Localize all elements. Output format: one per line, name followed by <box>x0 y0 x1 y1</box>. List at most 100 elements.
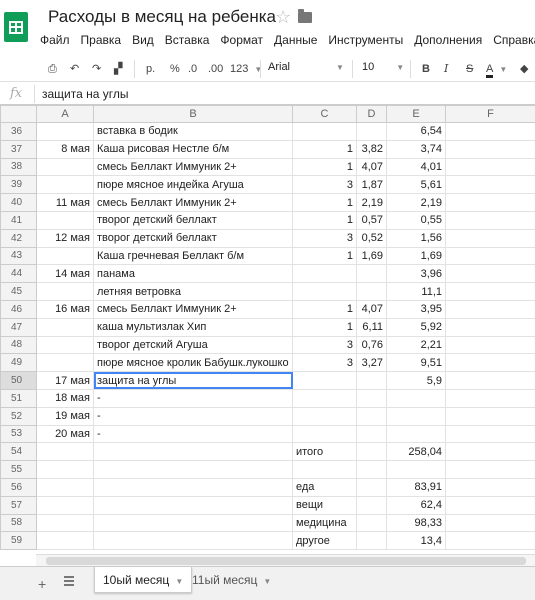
cell-quantity[interactable]: 1 <box>292 299 357 319</box>
cell-total[interactable]: 9,51 <box>386 353 446 373</box>
cell-item[interactable]: Каша гречневая Беллакт б/м <box>93 246 293 266</box>
cell-date[interactable]: 16 мая <box>36 299 94 319</box>
cell-date[interactable]: 12 мая <box>36 228 94 248</box>
cell-total[interactable]: 11,1 <box>386 282 446 301</box>
cell-price[interactable] <box>356 460 387 479</box>
cell-quantity[interactable]: 3 <box>292 228 357 248</box>
cell-date[interactable]: 14 мая <box>36 264 94 284</box>
horizontal-scrollbar[interactable] <box>36 554 535 566</box>
column-header-f[interactable]: F <box>445 105 535 123</box>
cell-total[interactable]: 62,4 <box>386 495 446 515</box>
add-sheet-icon[interactable]: + <box>38 576 46 592</box>
decrease-decimals-button[interactable]: .0 <box>188 61 197 77</box>
folder-icon[interactable] <box>298 9 312 23</box>
row-header[interactable]: 52 <box>0 406 37 426</box>
cell-total[interactable]: 98,33 <box>386 513 446 533</box>
cell-total[interactable]: 6,54 <box>386 122 446 141</box>
sheet-list-icon[interactable] <box>64 576 74 586</box>
cell-quantity[interactable]: вещи <box>292 495 357 515</box>
cell-price[interactable] <box>356 282 387 301</box>
cell-quantity[interactable]: 1 <box>292 157 357 177</box>
column-header-a[interactable]: A <box>36 105 94 123</box>
cell-quantity[interactable]: 3 <box>292 335 357 355</box>
cell-price[interactable] <box>356 371 387 390</box>
cell-item[interactable]: смесь Беллакт Иммуник 2+ <box>93 157 293 177</box>
cell-price[interactable] <box>356 495 387 515</box>
cell-quantity[interactable]: 3 <box>292 175 357 195</box>
row-header[interactable]: 58 <box>0 513 37 533</box>
cell-price[interactable]: 1,87 <box>356 175 387 195</box>
cell-total[interactable]: 3,74 <box>386 139 446 159</box>
cell-price[interactable]: 6,11 <box>356 317 387 337</box>
cell-item[interactable]: каша мультизлак Хип <box>93 317 293 337</box>
column-header-c[interactable]: C <box>292 105 357 123</box>
sheet-tab-11[interactable]: 11ый месяц ▼ <box>184 567 279 593</box>
cell-price[interactable]: 0,52 <box>356 228 387 248</box>
cell-price[interactable] <box>356 122 387 141</box>
menu-file[interactable]: Файл <box>40 33 70 51</box>
cell-item[interactable]: творог детский беллакт <box>93 210 293 230</box>
bold-button[interactable]: B <box>422 61 430 77</box>
print-icon[interactable]: ⎙ <box>48 61 57 77</box>
cell-empty[interactable] <box>445 157 535 177</box>
cell-price[interactable]: 4,07 <box>356 299 387 319</box>
cell-date[interactable]: 18 мая <box>36 388 94 408</box>
cell-total[interactable]: 2,21 <box>386 335 446 355</box>
cell-price[interactable]: 3,82 <box>356 139 387 159</box>
cell-total[interactable]: 0,55 <box>386 210 446 230</box>
undo-icon[interactable]: ↶ <box>70 61 79 77</box>
row-header[interactable]: 51 <box>0 388 37 408</box>
cell-item[interactable]: пюре мясное индейка Агуша <box>93 175 293 195</box>
chevron-down-icon[interactable]: ▼ <box>263 577 271 586</box>
menu-edit[interactable]: Правка <box>81 33 122 51</box>
cell-quantity[interactable]: другое <box>292 531 357 551</box>
menu-data[interactable]: Данные <box>274 33 317 51</box>
cell-total[interactable] <box>386 388 446 408</box>
cell-date[interactable] <box>36 122 94 141</box>
increase-decimals-button[interactable]: .00 <box>208 61 223 77</box>
row-header[interactable]: 41 <box>0 210 37 230</box>
currency-format-button[interactable]: р. <box>146 61 155 77</box>
cell-quantity[interactable] <box>292 371 357 390</box>
chevron-down-icon[interactable]: ▼ <box>175 577 183 586</box>
sheets-logo-icon[interactable] <box>4 12 28 42</box>
cell-quantity[interactable] <box>292 388 357 408</box>
cell-empty[interactable] <box>445 353 535 373</box>
row-header[interactable]: 49 <box>0 353 37 373</box>
cell-empty[interactable] <box>445 513 535 533</box>
cell-item[interactable]: творог детский Агуша <box>93 335 293 355</box>
cell-total[interactable] <box>386 424 446 444</box>
cell-date[interactable] <box>36 317 94 337</box>
cell-empty[interactable] <box>445 246 535 266</box>
percent-format-button[interactable]: % <box>170 61 180 77</box>
cell-quantity[interactable] <box>292 264 357 284</box>
cell-date[interactable] <box>36 477 94 497</box>
cell-date[interactable] <box>36 157 94 177</box>
cell-quantity[interactable] <box>292 460 357 479</box>
cell-date[interactable] <box>36 442 94 462</box>
cell-empty[interactable] <box>445 335 535 355</box>
row-header[interactable]: 43 <box>0 246 37 266</box>
row-header[interactable]: 36 <box>0 122 37 141</box>
cell-item[interactable] <box>93 442 293 462</box>
scrollbar-thumb[interactable] <box>46 557 526 565</box>
cell-date[interactable] <box>36 246 94 266</box>
cell-total[interactable]: 258,04 <box>386 442 446 462</box>
cell-item[interactable]: Каша рисовая Нестле б/м <box>93 139 293 159</box>
cell-price[interactable] <box>356 388 387 408</box>
cell-price[interactable] <box>356 477 387 497</box>
menu-help[interactable]: Справка <box>493 33 535 51</box>
cell-item[interactable]: смесь Беллакт Иммуник 2+ <box>93 193 293 212</box>
cell-quantity[interactable]: 1 <box>292 210 357 230</box>
cell-price[interactable] <box>356 442 387 462</box>
row-header[interactable]: 44 <box>0 264 37 284</box>
cell-date[interactable]: 19 мая <box>36 406 94 426</box>
cell-total[interactable] <box>386 406 446 426</box>
cell-quantity[interactable]: еда <box>292 477 357 497</box>
cell-quantity[interactable] <box>292 424 357 444</box>
cell-empty[interactable] <box>445 228 535 248</box>
row-header[interactable]: 48 <box>0 335 37 355</box>
cell-item[interactable]: творог детский беллакт <box>93 228 293 248</box>
cell-item[interactable]: летняя ветровка <box>93 282 293 301</box>
fill-color-icon[interactable]: ◆ <box>520 61 528 77</box>
